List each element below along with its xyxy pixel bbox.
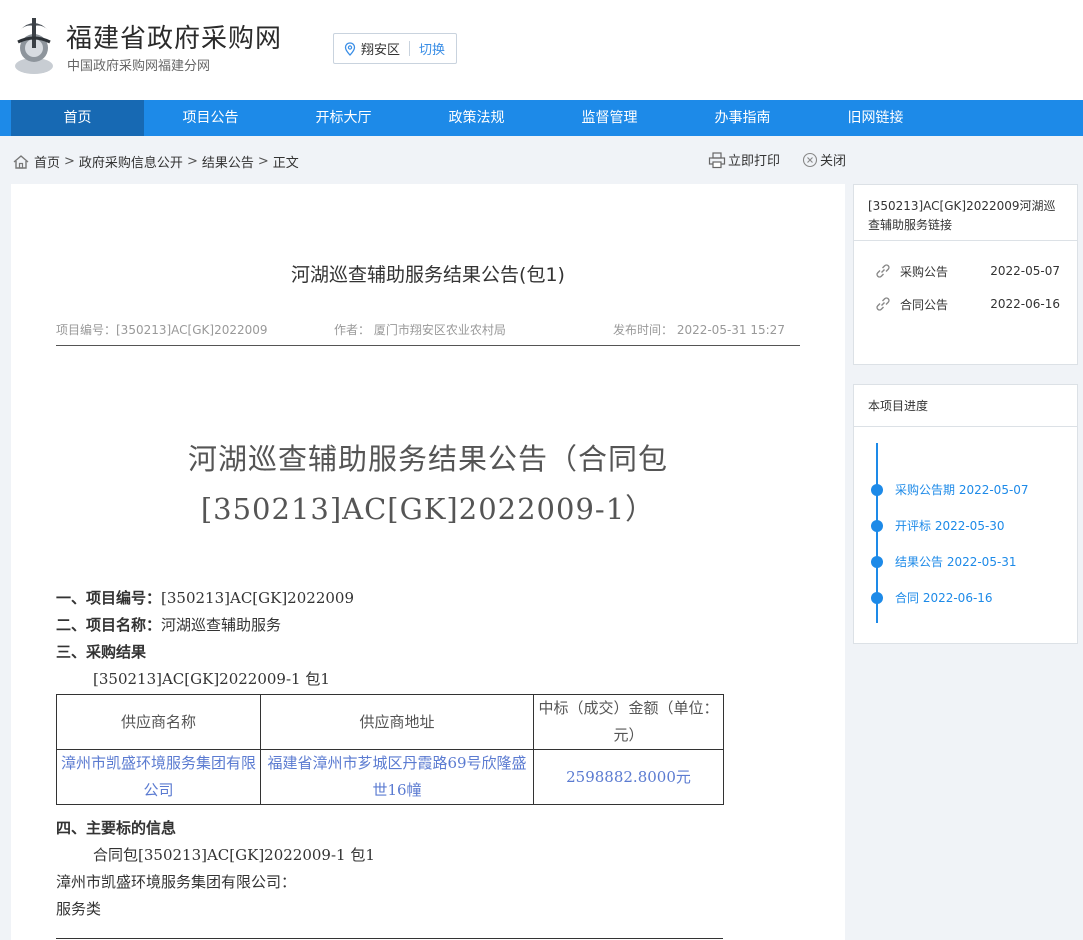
breadcrumb: 首页 > 政府采购信息公开 > 结果公告 > 正文 [12, 152, 299, 171]
meta-author: 作者： 厦门市翔安区农业农村局 [334, 323, 506, 337]
section-label: 一、项目编号： [56, 589, 162, 607]
progress-dot [871, 555, 883, 568]
related-link-date: 2022-05-07 [990, 264, 1060, 278]
nav-project-notices[interactable]: 项目公告 [144, 100, 277, 136]
breadcrumb-separator: > [186, 154, 198, 169]
government-emblem-logo[interactable] [12, 12, 56, 76]
article-title: 河湖巡查辅助服务结果公告(包1) [291, 264, 565, 286]
article-meta: 项目编号：[350213]AC[GK]2022009 作者： 厦门市翔安区农业农… [56, 320, 800, 346]
section-project-name: 二、项目名称：河湖巡查辅助服务 [56, 614, 281, 635]
article-panel: 河湖巡查辅助服务结果公告(包1) 项目编号：[350213]AC[GK]2022… [11, 184, 845, 940]
breadcrumb-home[interactable]: 首页 [34, 152, 60, 171]
related-link-item[interactable]: 采购公告 2022-05-07 [874, 262, 1060, 280]
related-link-label: 采购公告 [900, 264, 949, 279]
breadcrumb-separator: > [257, 154, 269, 169]
home-icon[interactable] [12, 154, 30, 170]
progress-dot [871, 591, 883, 604]
progress-step[interactable]: 采购公告期 2022-05-07 [871, 481, 1029, 498]
main-items-type: 服务类 [56, 900, 102, 918]
section-procurement-result: 三、采购结果 [56, 643, 147, 661]
nav-guide[interactable]: 办事指南 [676, 100, 809, 136]
section-value: 河湖巡查辅助服务 [161, 616, 282, 634]
nav-bid-opening-hall[interactable]: 开标大厅 [277, 100, 410, 136]
progress-step-label: 开评标 2022-05-30 [895, 519, 1005, 533]
meta-publish-time: 发布时间： 2022-05-31 15:27 [613, 323, 785, 337]
document-title-line1: 河湖巡查辅助服务结果公告（合同包 [187, 442, 668, 476]
breadcrumb-result-notices[interactable]: 结果公告 [202, 152, 254, 171]
progress-dot [871, 519, 883, 532]
related-links-box: [350213]AC[GK]2022009河湖巡查辅助服务链接 采购公告 202… [853, 184, 1078, 365]
related-link-date: 2022-06-16 [990, 297, 1060, 311]
progress-step[interactable]: 合同 2022-06-16 [871, 589, 993, 606]
nav-supervision[interactable]: 监督管理 [543, 100, 676, 136]
main-items-supplier: 漳州市凯盛环境服务集团有限公司： [56, 873, 297, 891]
related-links-title: [350213]AC[GK]2022009河湖巡查辅助服务链接 [854, 185, 1077, 241]
document-title: 河湖巡查辅助服务结果公告（合同包 [350213]AC[GK]2022009-1… [11, 434, 845, 534]
project-progress-box: 本项目进度 采购公告期 2022-05-07 开评标 2022-05-30 结果… [853, 384, 1078, 644]
main-nav: 首页 项目公告 开标大厅 政策法规 监督管理 办事指南 旧网链接 [0, 100, 1083, 136]
link-icon [876, 264, 890, 278]
print-label: 立即打印 [728, 154, 781, 169]
table-row: 漳州市凯盛环境服务集团有限公司 福建省漳州市芗城区丹霞路69号欣隆盛世16幢 2… [56, 749, 724, 805]
result-package: [350213]AC[GK]2022009-1 包1 [93, 670, 330, 688]
progress-dot [871, 483, 883, 496]
site-title[interactable]: 福建省政府采购网 [66, 18, 282, 55]
close-label: 关闭 [820, 154, 847, 169]
header-supplier-name: 供应商名称 [56, 694, 261, 750]
region-switch-link[interactable]: 切换 [419, 39, 445, 58]
related-link-item[interactable]: 合同公告 2022-06-16 [874, 295, 1060, 313]
breadcrumb-info-public[interactable]: 政府采购信息公开 [79, 152, 183, 171]
section-value: [350213]AC[GK]2022009 [161, 589, 354, 607]
meta-project-number: 项目编号：[350213]AC[GK]2022009 [56, 323, 268, 337]
site-subtitle: 中国政府采购网福建分网 [67, 59, 211, 74]
cell-award-amount: 2598882.8000元 [533, 749, 724, 805]
nav-home[interactable]: 首页 [11, 100, 144, 136]
progress-step[interactable]: 结果公告 2022-05-31 [871, 553, 1017, 570]
related-link-label: 合同公告 [900, 297, 949, 312]
printer-icon [708, 151, 726, 168]
progress-step-label: 结果公告 2022-05-31 [895, 555, 1017, 569]
header-award-amount: 中标（成交）金额（单位：元） [533, 694, 724, 750]
document-title-line2: [350213]AC[GK]2022009-1） [200, 492, 656, 526]
site-header: 福建省政府采购网 中国政府采购网福建分网 翔安区 切换 [0, 0, 1083, 100]
page-tools: 立即打印 关闭 [708, 150, 868, 169]
cell-supplier-name: 漳州市凯盛环境服务集团有限公司 [56, 749, 261, 805]
table-bottom-rule [56, 938, 723, 939]
progress-step-label: 合同 2022-06-16 [895, 591, 993, 605]
result-table: 供应商名称 供应商地址 中标（成交）金额（单位：元） 漳州市凯盛环境服务集团有限… [56, 694, 724, 805]
project-progress-title: 本项目进度 [854, 385, 1077, 427]
location-pin-icon [344, 41, 356, 56]
close-circle-icon [802, 152, 818, 167]
nav-old-site[interactable]: 旧网链接 [809, 100, 942, 136]
progress-step[interactable]: 开评标 2022-05-30 [871, 517, 1005, 534]
breadcrumb-separator: > [64, 154, 75, 169]
breadcrumb-current: 正文 [272, 156, 299, 171]
print-button[interactable]: 立即打印 [708, 150, 780, 169]
breadcrumb-bar: 首页 > 政府采购信息公开 > 结果公告 > 正文 立即打印 关闭 [0, 136, 1083, 184]
section-project-number: 一、项目编号：[350213]AC[GK]2022009 [56, 587, 354, 608]
section-label: 二、项目名称： [56, 616, 162, 634]
section-main-items: 四、主要标的信息 [56, 819, 177, 837]
table-header-row: 供应商名称 供应商地址 中标（成交）金额（单位：元） [56, 694, 724, 750]
link-icon [876, 297, 890, 311]
close-button[interactable]: 关闭 [802, 150, 846, 169]
cell-supplier-address: 福建省漳州市芗城区丹霞路69号欣隆盛世16幢 [260, 749, 534, 805]
header-supplier-address: 供应商地址 [260, 694, 534, 750]
region-selector[interactable]: 翔安区 切换 [333, 33, 457, 64]
region-name: 翔安区 [361, 43, 401, 58]
region-divider [409, 41, 411, 56]
progress-step-label: 采购公告期 2022-05-07 [895, 483, 1029, 497]
main-items-package: 合同包[350213]AC[GK]2022009-1 包1 [93, 846, 375, 864]
nav-policies[interactable]: 政策法规 [410, 100, 543, 136]
